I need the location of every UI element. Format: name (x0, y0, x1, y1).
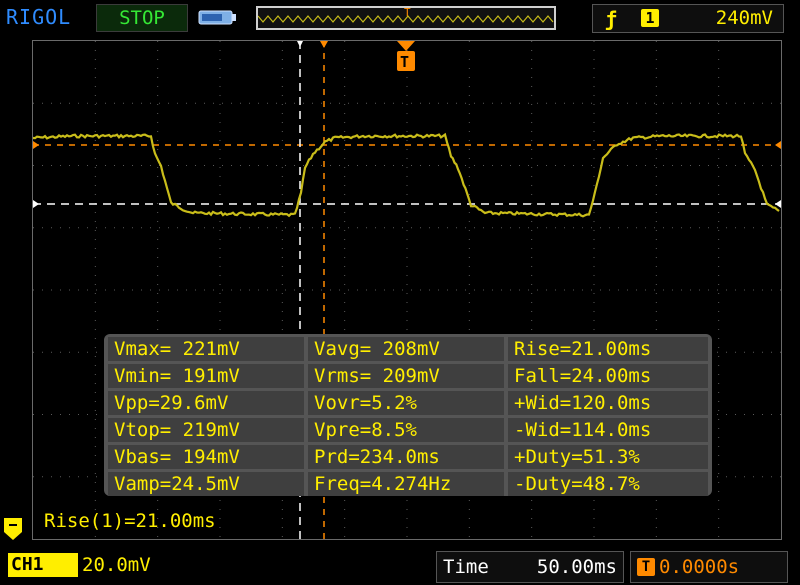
measurement-cell: Vovr=5.2% (308, 391, 504, 415)
timebase-value: 50.00ms (536, 556, 617, 578)
trigger-channel-badge: 1 (641, 9, 659, 27)
trigger-settings[interactable]: ƒ 1 240mV (592, 4, 784, 33)
rise-time-readout: Rise(1)=21.00ms (44, 510, 216, 532)
measurement-panel: Vmax= 221mV Vavg= 208mV Rise=21.00ms Vmin= … (104, 334, 712, 496)
run-stop-status[interactable]: STOP (96, 4, 188, 32)
trigger-position-pointer: T (397, 41, 415, 71)
trigger-level-marker (33, 141, 39, 149)
measurement-cell: Vrms= 209mV (308, 364, 504, 388)
channel1-vertical-scale[interactable]: 20.0mV (82, 553, 151, 577)
measurement-cell: Vmax= 221mV (108, 337, 304, 361)
measurement-cell: +Duty=51.3% (508, 445, 708, 469)
svg-text:T: T (404, 8, 411, 19)
channel1-label[interactable]: CH1 (8, 553, 78, 577)
measurement-cell: Vpre=8.5% (308, 418, 504, 442)
rising-edge-icon: ƒ (605, 7, 618, 31)
measurement-cell: Vmin= 191mV (108, 364, 304, 388)
measurement-cell: Rise=21.00ms (508, 337, 708, 361)
memory-depth-icon (198, 10, 236, 25)
channel1-offset-marker[interactable] (4, 518, 26, 540)
measurement-cell: Prd=234.0ms (308, 445, 504, 469)
trigger-offset-value: 0.0000s (659, 556, 740, 578)
timebase-label: Time (443, 556, 489, 578)
measurement-cell: Freq=4.274Hz (308, 472, 504, 496)
bottom-status-bar: CH1 20.0mV Time 50.00ms T 0.0000s (0, 548, 800, 585)
measurement-cell: Vavg= 208mV (308, 337, 504, 361)
trigger-offset-icon: T (637, 558, 655, 576)
measurement-cell: Vtop= 219mV (108, 418, 304, 442)
timebase-box[interactable]: Time 50.00ms (436, 551, 624, 583)
measurement-cell: +Wid=120.0ms (508, 391, 708, 415)
cursor-marker-right (775, 200, 781, 208)
top-status-bar: RIGOL STOP T ƒ 1 240mV (0, 0, 800, 36)
trigger-offset-box[interactable]: T 0.0000s (630, 551, 788, 583)
measurement-cell: Vpp=29.6mV (108, 391, 304, 415)
trigger-pointer-label: T (400, 53, 409, 71)
trigger-level: 240mV (715, 7, 773, 29)
measurement-cell: Fall=24.00ms (508, 364, 708, 388)
measurement-cell: -Duty=48.7% (508, 472, 708, 496)
cursor-marker-left (33, 200, 39, 208)
memory-waveform-bar: T (256, 6, 556, 30)
measurement-cell: -Wid=114.0ms (508, 418, 708, 442)
brand-logo: RIGOL (6, 5, 72, 29)
measurement-cell: Vbas= 194mV (108, 445, 304, 469)
trigger-level-marker-right (775, 141, 781, 149)
measurement-cell: Vamp=24.5mV (108, 472, 304, 496)
